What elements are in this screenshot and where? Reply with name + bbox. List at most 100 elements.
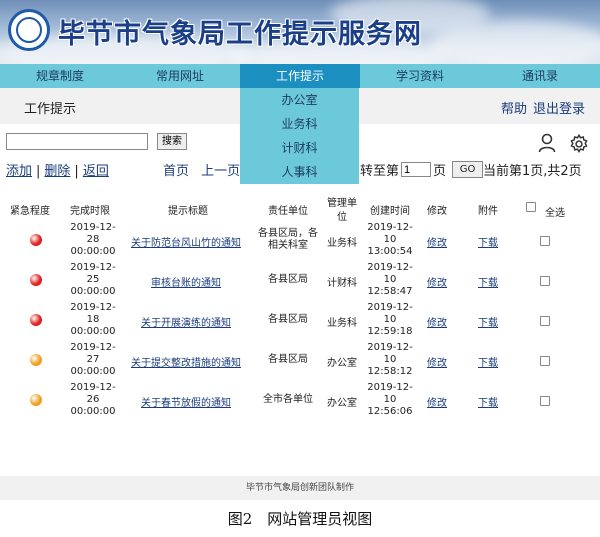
unit-cell: 全市各单位: [254, 394, 322, 406]
work-tips-dropdown: 办公室 业务科 计财科 人事科: [240, 88, 359, 184]
row-checkbox[interactable]: [540, 396, 550, 406]
created-cell-line: 2019-12-: [367, 382, 413, 393]
deadline-cell: 2019-12- 27 00:00:00: [62, 342, 124, 378]
created-cell-line: 10: [383, 354, 397, 365]
main-nav: 规章制度 常用网址 工作提示 学习资料 通讯录: [0, 64, 600, 88]
created-cell-line: 13:00:54: [367, 246, 413, 257]
select-all-checkbox[interactable]: [526, 202, 536, 212]
tip-title-link[interactable]: 审核台账的通知: [124, 274, 248, 289]
deadline-cell-line: 00:00:00: [70, 366, 116, 377]
jump-prefix: 转至第: [360, 164, 400, 179]
help-link[interactable]: 帮助: [501, 98, 527, 117]
header-unit: 责任单位: [268, 206, 308, 217]
edit-link[interactable]: 修改: [418, 274, 456, 289]
header-deadline: 完成时限: [70, 206, 110, 217]
search-input[interactable]: [6, 133, 148, 150]
unit-cell-line: 相关科室: [268, 240, 308, 251]
search-button[interactable]: 搜索: [157, 133, 187, 150]
unit-cell: 各县区局: [254, 314, 322, 326]
nav-item-work-tips[interactable]: 工作提示: [240, 64, 360, 88]
page-title: 工作提示: [24, 102, 77, 117]
created-cell-line: 2019-12-: [367, 342, 413, 353]
created-cell-line: 10: [383, 234, 397, 245]
page-frame: 毕节市气象局工作提示服务网 规章制度 常用网址 工作提示 学习资料 通讯录 工作…: [0, 0, 600, 500]
row-checkbox[interactable]: [540, 236, 550, 246]
deadline-cell: 2019-12- 28 00:00:00: [62, 222, 124, 258]
unit-cell: 各县区局: [254, 274, 322, 286]
urgency-dot: [30, 234, 42, 246]
figure-caption: 图2 网站管理员视图: [227, 510, 373, 528]
first-page-link[interactable]: 首页: [163, 164, 189, 179]
row-checkbox[interactable]: [540, 276, 550, 286]
download-link[interactable]: 下载: [468, 394, 508, 409]
created-cell: 2019-12- 10 13:00:54: [362, 222, 418, 258]
action-row: 添加 | 删除 | 返回: [6, 160, 109, 179]
urgency-dot: [30, 314, 42, 326]
download-link[interactable]: 下载: [468, 314, 508, 329]
nav-item-study[interactable]: 学习资料: [360, 64, 480, 88]
nav-item-rules[interactable]: 规章制度: [0, 64, 120, 88]
deadline-cell-line: 2019-12-: [70, 302, 116, 313]
mgmt-cell: 办公室: [327, 398, 357, 409]
created-cell-line: 2019-12-: [367, 262, 413, 273]
edit-link[interactable]: 修改: [418, 314, 456, 329]
add-link[interactable]: 添加: [6, 164, 32, 179]
dropdown-item-business[interactable]: 业务科: [240, 112, 359, 136]
download-link[interactable]: 下载: [468, 354, 508, 369]
header-mgmt: 管理单: [327, 198, 357, 209]
deadline-cell-line: 25: [86, 274, 100, 285]
deadline-cell: 2019-12- 18 00:00:00: [62, 302, 124, 338]
nav-item-contacts[interactable]: 通讯录: [480, 64, 600, 88]
tip-title-link[interactable]: 关于开展演练的通知: [124, 314, 248, 329]
deadline-cell-line: 00:00:00: [70, 406, 116, 417]
dropdown-item-personnel[interactable]: 人事科: [240, 160, 359, 184]
download-link[interactable]: 下载: [468, 234, 508, 249]
separator: |: [74, 164, 79, 179]
created-cell: 2019-12- 10 12:59:18: [362, 302, 418, 338]
user-icon[interactable]: [538, 133, 556, 153]
edit-link[interactable]: 修改: [418, 234, 456, 249]
delete-link[interactable]: 删除: [44, 164, 70, 179]
logout-link[interactable]: 退出登录: [533, 98, 585, 117]
deadline-cell-line: 2019-12-: [70, 342, 116, 353]
edit-link[interactable]: 修改: [418, 354, 456, 369]
download-link[interactable]: 下载: [468, 274, 508, 289]
row-checkbox[interactable]: [540, 356, 550, 366]
page-number-input[interactable]: [401, 162, 432, 177]
header-select-all: 全选: [545, 208, 565, 219]
deadline-cell-line: 26: [86, 394, 100, 405]
header-banner: 毕节市气象局工作提示服务网: [0, 0, 600, 64]
deadline-cell-line: 00:00:00: [70, 246, 116, 257]
created-cell-line: 12:58:47: [367, 286, 413, 297]
page-jump: 转至第 页 GO: [360, 160, 484, 179]
created-cell-line: 12:58:12: [367, 366, 413, 377]
gear-icon[interactable]: [568, 133, 590, 155]
dropdown-item-office[interactable]: 办公室: [240, 88, 359, 112]
separator: |: [36, 164, 41, 179]
urgency-dot: [30, 394, 42, 406]
dropdown-item-finance[interactable]: 计财科: [240, 136, 359, 160]
footer: 毕节市气象局创新团队制作: [0, 476, 600, 500]
row-checkbox[interactable]: [540, 316, 550, 326]
mgmt-cell: 业务科: [327, 318, 357, 329]
edit-link[interactable]: 修改: [418, 394, 456, 409]
tip-title-link[interactable]: 关于春节放假的通知: [124, 394, 248, 409]
go-button[interactable]: GO: [452, 161, 484, 178]
deadline-cell-line: 18: [86, 314, 100, 325]
table-row: 2019-12- 28 00:00:00 关于防范台风山竹的通知 各县区局，各 相关科室业…: [0, 220, 600, 260]
unit-cell-line: 各县区局: [268, 274, 308, 285]
prev-page-link[interactable]: 上一页: [201, 164, 240, 179]
back-link[interactable]: 返回: [83, 164, 109, 179]
deadline-cell-line: 27: [86, 354, 100, 365]
created-cell-line: 12:59:18: [367, 326, 413, 337]
jump-suffix: 页: [433, 164, 447, 179]
tip-title-link[interactable]: 关于提交整改措施的通知: [124, 354, 248, 369]
mgmt-cell: 计财科: [327, 278, 357, 289]
site-title: 毕节市气象局工作提示服务网: [58, 19, 422, 50]
nav-item-urls[interactable]: 常用网址: [120, 64, 240, 88]
tip-title-link[interactable]: 关于防范台风山竹的通知: [124, 234, 248, 249]
deadline-cell-line: 2019-12-: [70, 262, 116, 273]
unit-cell-line: 各县区局，各: [258, 228, 318, 239]
urgency-dot: [30, 274, 42, 286]
header-attach: 附件: [478, 206, 498, 217]
